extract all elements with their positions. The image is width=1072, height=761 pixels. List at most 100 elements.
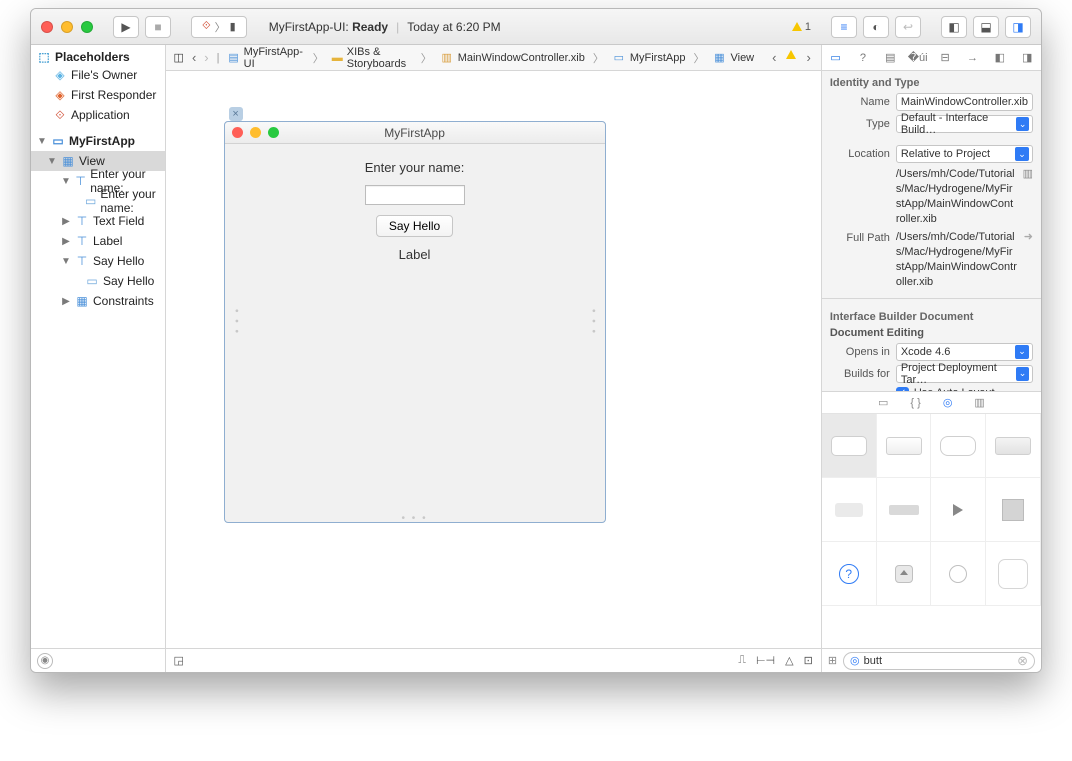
related-items-icon[interactable]: ◫ [174,51,184,65]
media-library-tab[interactable]: ▥ [974,396,984,409]
outline-button-cell[interactable]: ▼ ⊤ Say Hello [31,251,165,271]
jump-bar-view[interactable]: ▦View [712,51,754,65]
align-button[interactable]: ⎍ [738,654,746,667]
identity-inspector-tab[interactable]: ▤ [881,49,899,67]
assistant-editor-button[interactable]: ◐ [863,16,889,38]
library-item-rounded-rect-button[interactable] [931,414,986,478]
disclosure-triangle[interactable]: ▶ [61,296,71,307]
opens-in-select[interactable]: Xcode 4.6⌄ [896,343,1033,361]
issues-badge[interactable]: 1 [792,21,811,33]
preview-output-label[interactable]: Label [399,247,431,262]
toggle-outline-button[interactable]: ◲ [174,654,184,667]
text-icon: ▭ [85,194,96,208]
pin-button[interactable]: ⊢⊣ [756,654,775,667]
connections-inspector-tab[interactable]: → [963,49,981,67]
type-label: Type [830,118,890,130]
jump-bar-window[interactable]: ▭MyFirstApp [612,51,686,65]
separator: | [396,20,399,34]
ib-window-frame[interactable]: × • • • • • • • • • • • • MyFirstApp Ent… [224,121,606,523]
outline-first-responder[interactable]: ◈ First Responder [31,85,165,105]
disclosure-triangle[interactable]: ▼ [61,176,71,187]
library-item-check-box[interactable] [822,478,877,542]
effects-inspector-tab[interactable]: ◨ [1018,49,1036,67]
outline-files-owner[interactable]: ◈ File's Owner [31,65,165,85]
opens-in-label: Opens in [830,346,890,358]
preview-content-view[interactable]: Enter your name: Say Hello Label [225,144,605,262]
jump-bar: ◫ ‹ › | ▤MyFirstApp-UI 〉 ▬XIBs & Storybo… [166,45,821,71]
resolve-issues-button[interactable]: △ [785,654,793,667]
version-editor-button[interactable]: ↩ [895,16,921,38]
library-item-recessed-button[interactable] [877,478,932,542]
outline-button[interactable]: ▭ Say Hello [31,271,165,291]
jump-bar-project[interactable]: ▤MyFirstApp-UI [228,46,305,70]
code-snippet-library-tab[interactable]: { } [910,397,920,409]
type-select[interactable]: Default - Interface Build…⌄ [896,115,1033,133]
reveal-icon[interactable]: ➜ [1024,230,1033,243]
toggle-utilities-button[interactable]: ◨ [1005,16,1031,38]
preview-text-field[interactable] [365,185,465,205]
library-item-disclosure-button[interactable] [877,542,932,606]
prev-issue-button[interactable]: ‹ [772,50,776,65]
quick-help-tab[interactable]: ? [854,49,872,67]
chevron-down-icon: ⌄ [1016,367,1029,381]
scheme-selector[interactable]: ⟐ 〉 ▮ [191,16,247,38]
jump-bar-group[interactable]: ▬XIBs & Storyboards [332,46,413,70]
resize-handle-right[interactable]: • • • [588,309,599,335]
cube-icon: ◈ [53,68,67,82]
close-window-button[interactable] [41,21,53,33]
zoom-window-button[interactable] [81,21,93,33]
outline-application[interactable]: ⟐ Application [31,105,165,125]
clear-icon[interactable]: ⊗ [1017,653,1028,669]
next-issue-button[interactable]: › [806,50,810,65]
disclosure-triangle[interactable]: ▼ [61,256,71,267]
disclosure-triangle[interactable]: ▶ [61,236,71,247]
preview-prompt-label[interactable]: Enter your name: [365,160,465,175]
filter-button[interactable]: ◉ [37,653,53,669]
standard-editor-button[interactable]: ≡ [831,16,857,38]
toggle-navigator-button[interactable]: ◧ [941,16,967,38]
chevron-down-icon: ⌄ [1015,147,1029,161]
minimize-window-button[interactable] [61,21,73,33]
library-item-push-button[interactable] [822,414,877,478]
file-template-library-tab[interactable]: ▭ [878,396,888,409]
location-select[interactable]: Relative to Project⌄ [896,145,1033,163]
back-button[interactable]: ‹ [192,50,196,65]
stop-button[interactable]: ■ [145,16,171,38]
library-item-gradient-button[interactable] [877,414,932,478]
outline-constraints[interactable]: ▶ ▦ Constraints [31,291,165,311]
library-item-round-button[interactable] [931,542,986,606]
name-field[interactable]: MainWindowController.xib [896,93,1033,111]
resize-handle-bottom[interactable]: • • • [402,513,428,524]
library-item-square-button[interactable] [986,478,1041,542]
object-library-tab[interactable]: ◎ [943,396,953,409]
bindings-inspector-tab[interactable]: ◧ [991,49,1009,67]
disclosure-triangle[interactable]: ▼ [37,136,47,147]
disclosure-triangle[interactable]: ▶ [61,216,71,227]
disclosure-triangle[interactable]: ▼ [47,156,57,167]
selection-badge[interactable]: × [229,107,243,121]
toggle-debug-area-button[interactable]: ⬓ [973,16,999,38]
outline-label[interactable]: ▶ ⊤ Label [31,231,165,251]
grid-view-icon[interactable]: ⊞ [828,654,837,667]
window-controls [41,21,93,33]
library-item-help-button[interactable]: ? [822,542,877,606]
library-search-field[interactable]: ◎ butt ⊗ [843,652,1035,670]
canvas-viewport[interactable]: × • • • • • • • • • • • • MyFirstApp Ent… [166,71,821,648]
preview-say-hello-button[interactable]: Say Hello [376,215,453,237]
outline-window[interactable]: ▼ ▭ MyFirstApp [31,131,165,151]
size-inspector-tab[interactable]: ⊟ [936,49,954,67]
library-item-disclosure-triangle[interactable] [931,478,986,542]
library-item-bevel-button[interactable] [986,542,1041,606]
folder-icon[interactable]: ▥ [1023,167,1033,180]
warning-icon[interactable] [786,50,796,59]
attributes-inspector-tab[interactable]: �úi [909,49,927,67]
file-inspector-tab[interactable]: ▭ [827,49,845,67]
jump-bar-file[interactable]: ▥MainWindowController.xib [440,51,585,65]
forward-button[interactable]: › [204,50,208,65]
resize-handle-left[interactable]: • • • [230,309,241,335]
view-icon: ▦ [712,51,726,65]
run-button[interactable]: ▶ [113,16,139,38]
builds-for-select[interactable]: Project Deployment Tar…⌄ [896,365,1033,383]
resizing-button[interactable]: ⊡ [804,654,813,667]
library-item-textured-button[interactable] [986,414,1041,478]
